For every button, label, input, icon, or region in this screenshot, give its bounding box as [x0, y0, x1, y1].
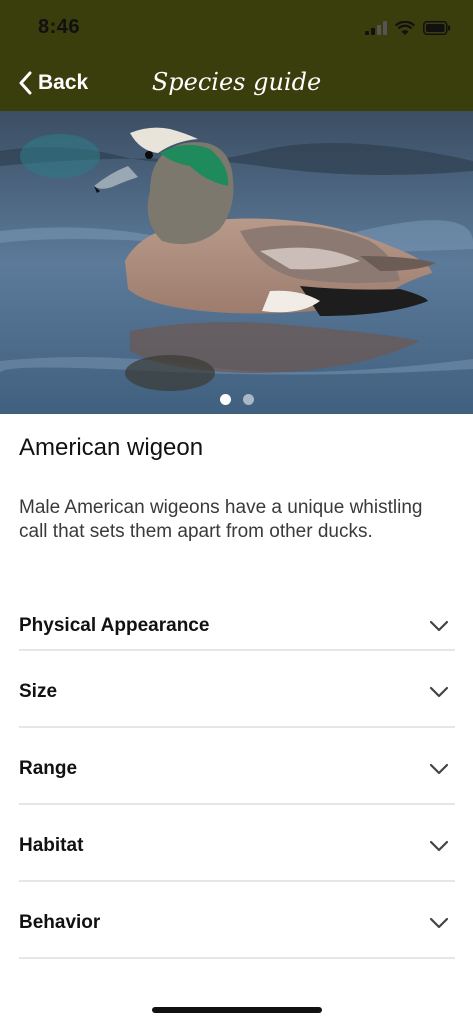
carousel-dots [0, 394, 473, 405]
section-label: Range [19, 757, 78, 779]
status-icons [365, 18, 451, 38]
species-description: Male American wigeons have a unique whis… [19, 497, 423, 542]
duck-photo [0, 111, 473, 414]
nav-bar: Back Species guide [0, 56, 473, 111]
header-bar: 8:46 Back Species guide [0, 0, 473, 111]
home-indicator[interactable] [152, 1007, 322, 1013]
section-size[interactable]: Size [19, 651, 455, 728]
carousel-dot[interactable] [219, 394, 231, 405]
section-range[interactable]: Range [19, 728, 455, 805]
battery-icon [423, 21, 451, 35]
chevron-down-icon [429, 763, 449, 774]
section-label: Physical Appearance [19, 615, 210, 636]
wifi-icon [395, 20, 415, 35]
chevron-down-icon [429, 686, 449, 697]
section-habitat[interactable]: Habitat [19, 805, 455, 882]
section-physical-appearance[interactable]: Physical Appearance [19, 597, 455, 651]
section-label: Behavior [19, 911, 101, 933]
chevron-down-icon [429, 620, 449, 632]
page-title: Species guide [151, 68, 322, 96]
sections-accordion: Physical Appearance Size Range Habitat B… [19, 597, 455, 959]
chevron-down-icon [429, 840, 449, 851]
section-behavior[interactable]: Behavior [19, 882, 455, 959]
species-photo[interactable] [0, 111, 473, 414]
section-label: Size [19, 680, 58, 702]
signal-icon [365, 21, 387, 35]
carousel-dot[interactable] [242, 394, 254, 405]
section-label: Habitat [19, 834, 84, 856]
chevron-down-icon [429, 917, 449, 928]
status-time: 8:46 [38, 16, 81, 38]
species-name: American wigeon [19, 434, 204, 461]
status-bar: 8:46 [0, 0, 473, 56]
